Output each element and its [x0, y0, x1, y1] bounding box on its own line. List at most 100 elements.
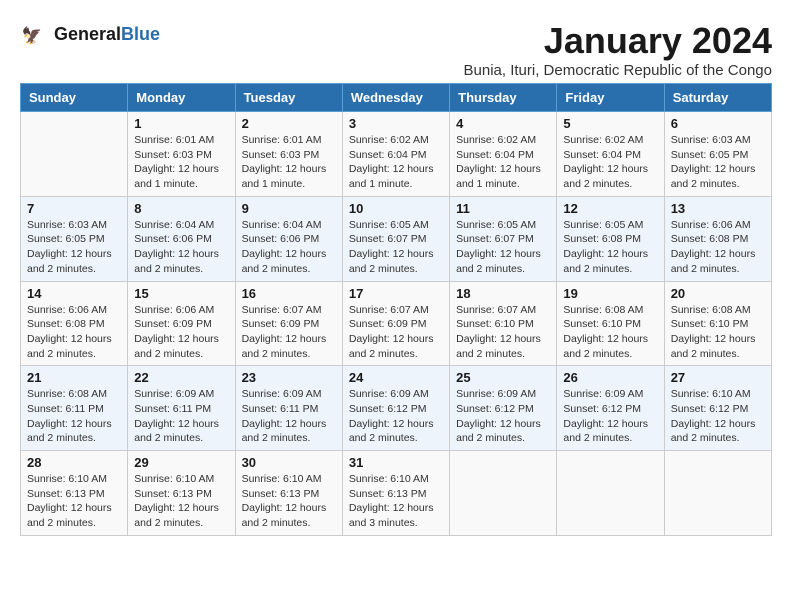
calendar-subtitle: Bunia, Ituri, Democratic Republic of the… — [464, 62, 773, 79]
calendar-table: SundayMondayTuesdayWednesdayThursdayFrid… — [20, 83, 772, 536]
day-number: 30 — [242, 455, 336, 470]
calendar-cell: 28 Sunrise: 6:10 AM Sunset: 6:13 PM Dayli… — [21, 451, 128, 536]
day-info: Sunrise: 6:02 AM Sunset: 6:04 PM Dayligh… — [456, 133, 550, 192]
day-number: 22 — [134, 370, 228, 385]
calendar-cell: 13Sunrise: 6:06 AM Sunset: 6:08 PM Dayli… — [664, 196, 771, 281]
day-number: 23 — [242, 370, 336, 385]
day-number: 15 — [134, 286, 228, 301]
page-header: 🦅 GeneralBlue January 2024 Bunia, Ituri,… — [20, 20, 772, 79]
day-info: Sunrise: 6:07 AM Sunset: 6:09 PM Dayligh… — [242, 303, 336, 362]
day-number: 6 — [671, 116, 765, 131]
calendar-cell: 12 Sunrise: 6:05 AM Sunset: 6:08 PM Dayli… — [557, 196, 664, 281]
calendar-cell: 4 Sunrise: 6:02 AM Sunset: 6:04 PM Daylig… — [450, 112, 557, 197]
day-number: 20 — [671, 286, 765, 301]
day-number: 25 — [456, 370, 550, 385]
day-header-tuesday: Tuesday — [235, 84, 342, 112]
calendar-cell: 8 Sunrise: 6:04 AM Sunset: 6:06 PM Daylig… — [128, 196, 235, 281]
calendar-cell: 11Sunrise: 6:05 AM Sunset: 6:07 PM Dayli… — [450, 196, 557, 281]
calendar-cell: 7 Sunrise: 6:03 AM Sunset: 6:05 PM Daylig… — [21, 196, 128, 281]
day-info: Sunrise: 6:02 AM Sunset: 6:04 PM Dayligh… — [349, 133, 443, 192]
calendar-cell: 10Sunrise: 6:05 AM Sunset: 6:07 PM Dayli… — [342, 196, 449, 281]
calendar-week-5: 28 Sunrise: 6:10 AM Sunset: 6:13 PM Dayli… — [21, 451, 772, 536]
day-number: 31 — [349, 455, 443, 470]
day-number: 13 — [671, 201, 765, 216]
day-number: 26 — [563, 370, 657, 385]
svg-text:🦅: 🦅 — [22, 25, 43, 45]
day-header-sunday: Sunday — [21, 84, 128, 112]
calendar-cell: 20 Sunrise: 6:08 AM Sunset: 6:10 PM Dayli… — [664, 281, 771, 366]
calendar-cell: 3 Sunrise: 6:02 AM Sunset: 6:04 PM Daylig… — [342, 112, 449, 197]
day-number: 11 — [456, 201, 550, 216]
day-number: 29 — [134, 455, 228, 470]
day-number: 28 — [27, 455, 121, 470]
day-number: 24 — [349, 370, 443, 385]
day-info: Sunrise: 6:10 AM Sunset: 6:13 PM Dayligh… — [242, 472, 336, 531]
day-info: Sunrise: 6:10 AM Sunset: 6:13 PM Dayligh… — [349, 472, 443, 531]
day-info: Sunrise: 6:01 AM Sunset: 6:03 PM Dayligh… — [242, 133, 336, 192]
calendar-cell — [450, 451, 557, 536]
day-info: Sunrise: 6:04 AM Sunset: 6:06 PM Dayligh… — [134, 218, 228, 277]
calendar-cell: 30 Sunrise: 6:10 AM Sunset: 6:13 PM Dayli… — [235, 451, 342, 536]
calendar-cell — [557, 451, 664, 536]
calendar-cell: 19Sunrise: 6:08 AM Sunset: 6:10 PM Dayli… — [557, 281, 664, 366]
day-number: 10 — [349, 201, 443, 216]
calendar-cell — [21, 112, 128, 197]
calendar-title: January 2024 — [464, 20, 773, 62]
calendar-week-4: 21 Sunrise: 6:08 AM Sunset: 6:11 PM Dayli… — [21, 366, 772, 451]
day-info: Sunrise: 6:09 AM Sunset: 6:12 PM Dayligh… — [349, 387, 443, 446]
day-number: 17 — [349, 286, 443, 301]
day-info: Sunrise: 6:10 AM Sunset: 6:13 PM Dayligh… — [27, 472, 121, 531]
calendar-cell: 9 Sunrise: 6:04 AM Sunset: 6:06 PM Daylig… — [235, 196, 342, 281]
day-header-thursday: Thursday — [450, 84, 557, 112]
day-info: Sunrise: 6:09 AM Sunset: 6:11 PM Dayligh… — [242, 387, 336, 446]
day-number: 12 — [563, 201, 657, 216]
day-info: Sunrise: 6:05 AM Sunset: 6:08 PM Dayligh… — [563, 218, 657, 277]
calendar-cell: 6 Sunrise: 6:03 AM Sunset: 6:05 PM Daylig… — [664, 112, 771, 197]
calendar-cell: 25 Sunrise: 6:09 AM Sunset: 6:12 PM Dayli… — [450, 366, 557, 451]
calendar-week-3: 14 Sunrise: 6:06 AM Sunset: 6:08 PM Dayli… — [21, 281, 772, 366]
calendar-cell: 5Sunrise: 6:02 AM Sunset: 6:04 PM Daylig… — [557, 112, 664, 197]
day-info: Sunrise: 6:10 AM Sunset: 6:12 PM Dayligh… — [671, 387, 765, 446]
day-number: 19 — [563, 286, 657, 301]
day-info: Sunrise: 6:09 AM Sunset: 6:12 PM Dayligh… — [456, 387, 550, 446]
logo-icon: 🦅 — [20, 20, 50, 50]
calendar-cell: 2 Sunrise: 6:01 AM Sunset: 6:03 PM Daylig… — [235, 112, 342, 197]
day-number: 1 — [134, 116, 228, 131]
day-info: Sunrise: 6:07 AM Sunset: 6:09 PM Dayligh… — [349, 303, 443, 362]
calendar-week-1: 1 Sunrise: 6:01 AM Sunset: 6:03 PM Daylig… — [21, 112, 772, 197]
day-number: 4 — [456, 116, 550, 131]
day-info: Sunrise: 6:06 AM Sunset: 6:08 PM Dayligh… — [27, 303, 121, 362]
day-number: 21 — [27, 370, 121, 385]
day-number: 5 — [563, 116, 657, 131]
day-header-friday: Friday — [557, 84, 664, 112]
day-info: Sunrise: 6:10 AM Sunset: 6:13 PM Dayligh… — [134, 472, 228, 531]
day-info: Sunrise: 6:03 AM Sunset: 6:05 PM Dayligh… — [671, 133, 765, 192]
day-header-monday: Monday — [128, 84, 235, 112]
day-number: 9 — [242, 201, 336, 216]
day-number: 7 — [27, 201, 121, 216]
day-number: 8 — [134, 201, 228, 216]
calendar-week-2: 7 Sunrise: 6:03 AM Sunset: 6:05 PM Daylig… — [21, 196, 772, 281]
day-info: Sunrise: 6:04 AM Sunset: 6:06 PM Dayligh… — [242, 218, 336, 277]
calendar-cell: 15Sunrise: 6:06 AM Sunset: 6:09 PM Dayli… — [128, 281, 235, 366]
day-number: 16 — [242, 286, 336, 301]
calendar-body: 1 Sunrise: 6:01 AM Sunset: 6:03 PM Daylig… — [21, 112, 772, 536]
day-info: Sunrise: 6:07 AM Sunset: 6:10 PM Dayligh… — [456, 303, 550, 362]
logo-text: GeneralBlue — [54, 25, 160, 45]
calendar-cell: 31 Sunrise: 6:10 AM Sunset: 6:13 PM Dayli… — [342, 451, 449, 536]
day-number: 2 — [242, 116, 336, 131]
day-number: 14 — [27, 286, 121, 301]
calendar-header-row: SundayMondayTuesdayWednesdayThursdayFrid… — [21, 84, 772, 112]
calendar-cell: 22Sunrise: 6:09 AM Sunset: 6:11 PM Dayli… — [128, 366, 235, 451]
calendar-cell: 14 Sunrise: 6:06 AM Sunset: 6:08 PM Dayli… — [21, 281, 128, 366]
title-area: January 2024 Bunia, Ituri, Democratic Re… — [464, 20, 773, 79]
logo: 🦅 GeneralBlue — [20, 20, 160, 50]
calendar-cell: 21 Sunrise: 6:08 AM Sunset: 6:11 PM Dayli… — [21, 366, 128, 451]
day-number: 27 — [671, 370, 765, 385]
day-info: Sunrise: 6:08 AM Sunset: 6:10 PM Dayligh… — [671, 303, 765, 362]
day-info: Sunrise: 6:03 AM Sunset: 6:05 PM Dayligh… — [27, 218, 121, 277]
calendar-cell: 23 Sunrise: 6:09 AM Sunset: 6:11 PM Dayli… — [235, 366, 342, 451]
calendar-cell: 18Sunrise: 6:07 AM Sunset: 6:10 PM Dayli… — [450, 281, 557, 366]
day-number: 3 — [349, 116, 443, 131]
day-info: Sunrise: 6:08 AM Sunset: 6:11 PM Dayligh… — [27, 387, 121, 446]
